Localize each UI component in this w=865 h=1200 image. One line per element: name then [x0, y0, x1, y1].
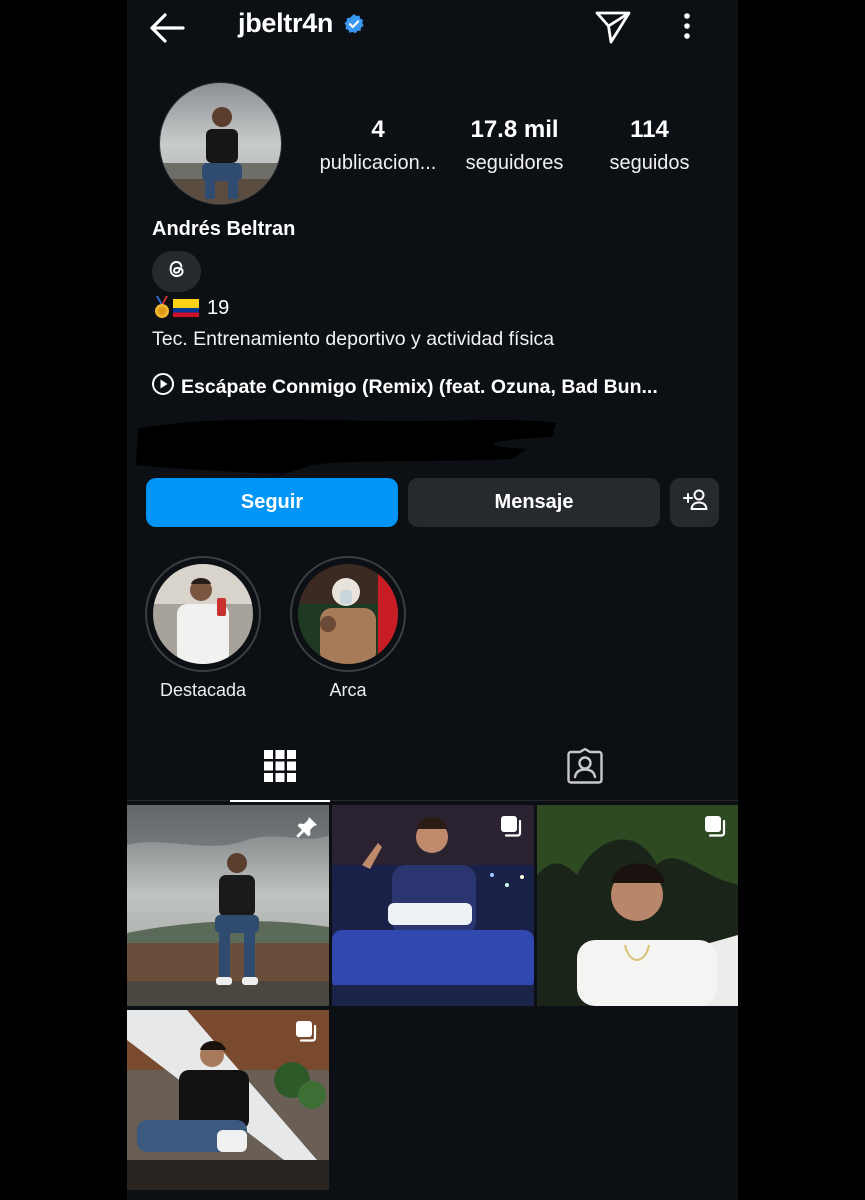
header-title: jbeltr4n: [238, 8, 365, 39]
highlight-arca[interactable]: Arca: [290, 556, 406, 701]
stat-posts[interactable]: 4 publicacion...: [313, 116, 443, 176]
carousel-icon: [500, 815, 524, 839]
threads-icon: [166, 258, 188, 285]
highlight-cover-image: [298, 564, 398, 664]
grid-icon: [264, 749, 296, 787]
message-button[interactable]: Mensaje: [408, 478, 660, 527]
followers-label: seguidores: [465, 152, 564, 174]
highlight-label: Arca: [329, 680, 367, 700]
post-thumbnail[interactable]: [332, 805, 534, 1006]
verified-badge-icon: [343, 13, 365, 35]
highlight-destacada[interactable]: Destacada: [145, 556, 261, 701]
username: jbeltr4n: [238, 8, 334, 38]
follow-button[interactable]: Seguir: [146, 478, 398, 527]
add-user-icon: [681, 488, 709, 518]
posts-label: publicacion...: [319, 152, 437, 174]
music-title: Escápate Conmigo (Remix) (feat. Ozuna, B…: [181, 375, 658, 398]
send-icon[interactable]: [594, 9, 632, 45]
suggested-users-button[interactable]: [670, 478, 719, 527]
carousel-icon: [704, 815, 728, 839]
following-count: 114: [630, 116, 669, 143]
tab-tagged[interactable]: [535, 735, 635, 801]
stat-followers[interactable]: 17.8 mil seguidores: [452, 116, 577, 176]
highlight-label: Destacada: [159, 680, 247, 700]
post-thumbnail[interactable]: [127, 1010, 329, 1190]
carousel-icon: [295, 1020, 319, 1044]
music-link[interactable]: Escápate Conmigo (Remix) (feat. Ozuna, B…: [151, 372, 658, 402]
profile-tabs: [127, 735, 738, 802]
back-arrow-icon[interactable]: [147, 10, 187, 46]
play-circle-icon: [151, 372, 175, 402]
bio-age: 19: [207, 296, 230, 319]
followers-count: 17.8 mil: [470, 116, 559, 143]
tagged-user-icon: [567, 747, 603, 789]
post-thumbnail[interactable]: [127, 805, 329, 1006]
medal-emoji-icon: [153, 296, 171, 320]
stat-following[interactable]: 114 seguidos: [592, 116, 707, 176]
highlight-ring: [145, 556, 261, 672]
following-label: seguidos: [609, 152, 690, 174]
profile-screen: jbeltr4n 4 publicacion... 17.8 mil segui…: [127, 0, 738, 1200]
bio-line-1: 19: [153, 296, 229, 320]
posts-count: 4: [371, 116, 385, 143]
bio-line-2: Tec. Entrenamiento deportivo y actividad…: [152, 328, 555, 350]
more-options-icon[interactable]: [679, 12, 695, 42]
highlight-ring: [290, 556, 406, 672]
tab-posts[interactable]: [230, 735, 330, 802]
redaction-scribble: [132, 405, 562, 477]
avatar[interactable]: [159, 82, 282, 205]
highlight-cover-image: [153, 564, 253, 664]
post-thumbnail[interactable]: [537, 805, 738, 1006]
full-name: Andrés Beltran: [152, 218, 296, 240]
threads-badge[interactable]: [152, 251, 201, 292]
colombia-flag-icon: [173, 299, 199, 317]
pin-icon: [295, 815, 319, 839]
